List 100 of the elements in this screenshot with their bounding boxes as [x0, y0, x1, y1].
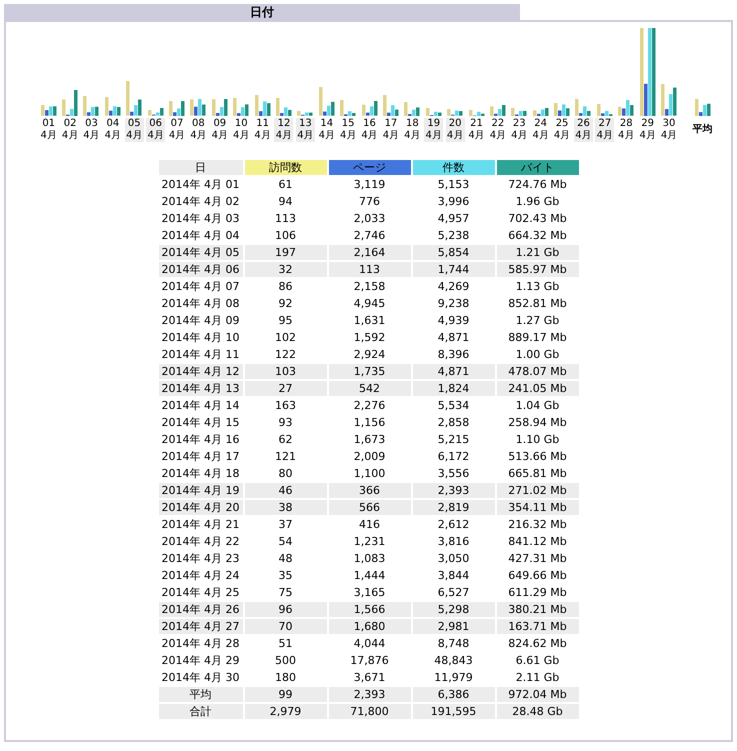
day-number: 16: [362, 118, 377, 130]
bar-group-drawing: [254, 94, 271, 116]
table-cell: 103: [244, 364, 326, 379]
day-number: 28: [618, 118, 634, 130]
month-label: 4月: [360, 130, 379, 142]
table-cell: 366: [328, 483, 410, 498]
day-number: 03: [84, 118, 99, 130]
month-label: 4月: [318, 130, 336, 142]
table-cell: 27: [244, 381, 326, 396]
day-number: 11: [255, 118, 270, 130]
month-label: 4月: [531, 130, 550, 142]
month-label: 4月: [296, 130, 315, 142]
column-header: 訪問数: [244, 160, 326, 175]
day-number: 01: [41, 118, 56, 130]
bar-group-drawing: [297, 111, 314, 116]
table-cell: 38: [244, 500, 326, 515]
table-cell: 354.11 Mb: [496, 500, 578, 515]
day-number: 17: [384, 118, 398, 130]
day-number: 25: [554, 118, 570, 130]
table-cell: 113: [328, 262, 410, 277]
table-cell: 2,981: [412, 619, 494, 634]
month-label: 4月: [274, 130, 294, 142]
table-cell: 70: [244, 619, 326, 634]
bar-group-drawing: [596, 104, 613, 116]
column-header: ページ: [328, 160, 410, 175]
month-label: 4月: [660, 130, 678, 142]
bar-group-drawing: [490, 105, 506, 116]
table-cell: 2014年 4月 27: [158, 619, 242, 634]
month-label: 4月: [424, 130, 444, 142]
table-cell: 2014年 4月 06: [158, 262, 242, 277]
bar-group-drawing: [404, 102, 420, 116]
month-label: 4月: [40, 130, 58, 142]
month-label: 4月: [104, 130, 122, 142]
table-cell: 2,819: [412, 500, 494, 515]
day-number: 23: [512, 118, 527, 130]
table-cell: 71,800: [328, 704, 410, 719]
bar-group-drawing: [233, 98, 250, 116]
month-label: 4月: [446, 130, 465, 142]
table-cell: 380.21 Mb: [496, 602, 578, 617]
bar-group-drawing: [169, 100, 186, 116]
bar-group-drawing: [661, 84, 678, 116]
table-cell: 2014年 4月 12: [158, 364, 242, 379]
table-cell: 542: [328, 381, 410, 396]
month-label: 4月: [253, 130, 272, 142]
day-number: 07: [170, 118, 184, 130]
table-cell: 4,871: [412, 364, 494, 379]
table-cell: 478.07 Mb: [496, 364, 578, 379]
table-cell: 99: [244, 687, 326, 702]
table-cell: 合計: [158, 704, 242, 719]
bar-group-drawing: [554, 102, 570, 116]
bar-group-drawing: [318, 87, 335, 116]
table-cell: 6,386: [412, 687, 494, 702]
table-cell: 2,393: [412, 483, 494, 498]
month-label: 4月: [232, 130, 250, 142]
day-number: 20: [446, 118, 465, 130]
table-cell: 平均: [158, 687, 242, 702]
table-cell: 32: [244, 262, 326, 277]
bar-group-drawing: [618, 100, 634, 116]
day-number: 14: [319, 118, 334, 130]
month-label: 4月: [124, 130, 144, 142]
table-cell: 96: [244, 602, 326, 617]
day-number: 30: [662, 118, 676, 130]
table-cell: 197: [244, 245, 326, 260]
day-number: 29: [640, 118, 655, 130]
day-number: 09: [212, 118, 228, 130]
table-cell: 241.05 Mb: [496, 381, 578, 396]
month-label: 4月: [168, 130, 186, 142]
month-label: 4月: [552, 130, 572, 142]
bar-group-drawing: [511, 108, 528, 116]
day-number: 21: [469, 118, 484, 130]
bar-group-drawing: [340, 100, 356, 116]
day-number: 08: [191, 118, 206, 130]
table-cell: 28.48 Gb: [496, 704, 578, 719]
bar-group-drawing: [575, 99, 592, 116]
bar-group-drawing: [212, 99, 228, 116]
average-label: 平均: [692, 124, 713, 137]
table-cell: 191,595: [412, 704, 494, 719]
month-label: 4月: [189, 130, 208, 142]
table-cell: 271.02 Mb: [496, 483, 578, 498]
bar-group-drawing: [40, 105, 57, 116]
column-header: バイト: [496, 160, 578, 175]
column-header: 日: [158, 160, 242, 175]
month-label: 4月: [467, 130, 486, 142]
month-label: 4月: [60, 130, 80, 142]
month-label: 4月: [510, 130, 528, 142]
month-label: 4月: [82, 130, 101, 142]
day-number: 26: [574, 118, 593, 130]
month-label: 4月: [338, 130, 358, 142]
day-number: 19: [424, 118, 444, 130]
month-label: 4月: [146, 130, 166, 142]
day-number: 22: [490, 118, 506, 130]
bar-group-drawing: [694, 98, 711, 116]
day-number: 10: [234, 118, 249, 130]
table-cell: 46: [244, 483, 326, 498]
table-cell: 1,735: [328, 364, 410, 379]
table-cell: 1.21 Gb: [496, 245, 578, 260]
table-cell: 566: [328, 500, 410, 515]
bar-group-drawing: [447, 109, 464, 116]
bar-group-drawing: [468, 110, 484, 116]
day-number: 24: [533, 118, 548, 130]
